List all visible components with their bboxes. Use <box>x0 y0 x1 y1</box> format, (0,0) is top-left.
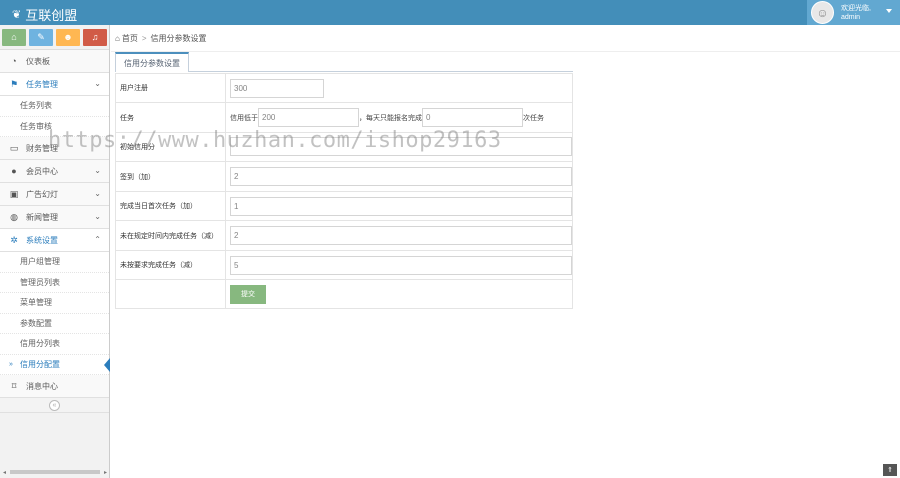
scroll-left-icon[interactable]: ◂ <box>3 469 6 476</box>
chevron-down-icon: ⌄ <box>94 212 101 221</box>
noncompliant-input[interactable]: 5 <box>230 255 572 275</box>
scroll-top-icon[interactable]: ⇑ <box>883 464 897 476</box>
overdue-input[interactable]: 2 <box>230 226 572 245</box>
task-suffix: 次任务 <box>523 115 544 122</box>
angle-right-icon: » <box>9 360 13 368</box>
sidebar-item-system[interactable]: ✲ 系统设置 ⌃ <box>0 229 109 252</box>
pencil-icon: ✎ <box>37 31 45 42</box>
sidebar-item-task-mgmt[interactable]: ⚑ 任务管理 ⌄ <box>0 73 109 96</box>
sidebar-item-dashboard[interactable]: ◔ 仪表板 <box>0 50 109 73</box>
dashboard-icon: ◔ <box>11 56 17 66</box>
first-task-label: 完成当日首次任务（加） <box>115 191 226 221</box>
tab-bar: 信用分参数设置 <box>115 52 573 72</box>
sidebar-item-messages[interactable]: ⌑ 消息中心 <box>0 375 109 398</box>
breadcrumb-current: 信用分参数设置 <box>150 33 207 43</box>
task-count-input[interactable]: 0 <box>422 108 523 127</box>
initial-credit-input[interactable] <box>230 136 572 156</box>
home-shortcut-button[interactable]: ⌂ <box>2 28 26 46</box>
user-greeting: 欢迎光临, <box>841 4 871 12</box>
sidebar-subitem-user-group[interactable]: 用户组管理 <box>0 252 109 273</box>
scroll-right-icon[interactable]: ▸ <box>104 469 107 476</box>
tab-credit-settings[interactable]: 信用分参数设置 <box>115 52 189 72</box>
sidebar-item-ads[interactable]: ▣ 广告幻灯 ⌄ <box>0 183 109 206</box>
initial-credit-label: 初始信用分 <box>115 132 226 162</box>
sidebar-subitem-task-list[interactable]: 任务列表 <box>0 96 109 117</box>
home-icon: ⌂ <box>11 32 17 42</box>
bell-icon: ♫ <box>91 32 99 42</box>
chevron-down-icon: ⌄ <box>94 166 101 175</box>
flag-icon: ⚑ <box>9 78 19 89</box>
picture-icon: ▣ <box>9 188 19 199</box>
wallet-icon: ▭ <box>9 142 19 153</box>
user-icon: ● <box>11 166 17 176</box>
home-icon: ⌂ <box>115 33 120 43</box>
caret-down-icon <box>886 9 892 13</box>
double-angle-left-icon[interactable]: « <box>49 399 60 411</box>
user-menu[interactable]: ☺ 欢迎光临, admin <box>807 0 900 25</box>
chevron-up-icon: ⌃ <box>94 235 101 244</box>
first-task-input[interactable]: 1 <box>230 196 572 216</box>
bookmark-icon: ⌑ <box>11 380 17 391</box>
bell-shortcut-button[interactable]: ♫ <box>83 28 107 46</box>
shortcut-bar: ⌂ ✎ ☻ ♫ <box>0 25 109 50</box>
task-mid: ，每天只能报名完成 <box>359 115 422 122</box>
task-label: 任务 <box>115 102 226 133</box>
sidebar-item-finance[interactable]: ▭ 财务管理 <box>0 137 109 160</box>
overdue-label: 未在规定时间内完成任务（减） <box>115 220 226 251</box>
breadcrumb: ⌂ 首页 > 信用分参数设置 <box>111 25 900 52</box>
settings-form: 用户注册 300 任务 信用低于 200 ，每天只能报名完成 0 次任务 初始信用分 签… <box>115 73 573 309</box>
breadcrumb-separator: > <box>141 33 147 43</box>
sidebar-subitem-task-review[interactable]: 任务审核 <box>0 116 109 137</box>
sidebar-horizontal-scrollbar[interactable]: ◂ ▸ <box>3 469 107 476</box>
top-navbar: ❦ 互联创盟 ☺ 欢迎光临, admin <box>0 0 900 25</box>
sidebar-collapse-bar: « <box>0 398 109 413</box>
main-content: ⌂ 首页 > 信用分参数设置 信用分参数设置 用户注册 300 任务 信用低于 2… <box>111 25 900 478</box>
submit-button[interactable]: 提交 <box>230 284 266 304</box>
user-name: admin <box>841 13 861 21</box>
sidebar-item-members[interactable]: ● 会员中心 ⌄ <box>0 160 109 183</box>
sidebar-subitem-admin-list[interactable]: 管理员列表 <box>0 272 109 293</box>
sidebar: ⌂ ✎ ☻ ♫ ◔ 仪表板 ⚑ 任务管理 ⌄ 任务列表 任务审核 ▭ 财务管理 … <box>0 25 110 478</box>
checkin-label: 签到（加） <box>115 161 226 192</box>
leaf-icon: ❦ <box>12 9 22 21</box>
sidebar-subitem-credit-list[interactable]: 信用分列表 <box>0 334 109 355</box>
globe-icon: ◍ <box>10 211 18 222</box>
task-prefix: 信用低于 <box>230 115 258 122</box>
checkin-input[interactable]: 2 <box>230 167 572 186</box>
pencil-shortcut-button[interactable]: ✎ <box>29 28 53 46</box>
users-shortcut-button[interactable]: ☻ <box>56 28 80 46</box>
chevron-down-icon: ⌄ <box>94 79 101 88</box>
active-marker <box>104 357 110 372</box>
breadcrumb-home[interactable]: 首页 <box>122 33 138 44</box>
sidebar-subitem-params[interactable]: 参数配置 <box>0 313 109 334</box>
noncompliant-label: 未按要求完成任务（减） <box>115 250 226 280</box>
register-label: 用户注册 <box>115 73 226 103</box>
sidebar-subitem-menu-mgmt[interactable]: 菜单管理 <box>0 293 109 314</box>
sidebar-item-news[interactable]: ◍ 新闻管理 ⌄ <box>0 206 109 229</box>
scrollbar-thumb[interactable] <box>10 470 100 474</box>
chevron-down-icon: ⌄ <box>94 189 101 198</box>
brand[interactable]: ❦ 互联创盟 <box>12 5 77 24</box>
brand-name: 互联创盟 <box>25 8 78 23</box>
users-icon: ☻ <box>63 32 73 42</box>
avatar: ☺ <box>811 1 834 24</box>
gear-icon: ✲ <box>10 234 18 245</box>
register-input[interactable]: 300 <box>230 78 324 98</box>
task-credit-input[interactable]: 200 <box>258 108 359 127</box>
sidebar-subitem-credit-config[interactable]: » 信用分配置 <box>0 354 110 375</box>
